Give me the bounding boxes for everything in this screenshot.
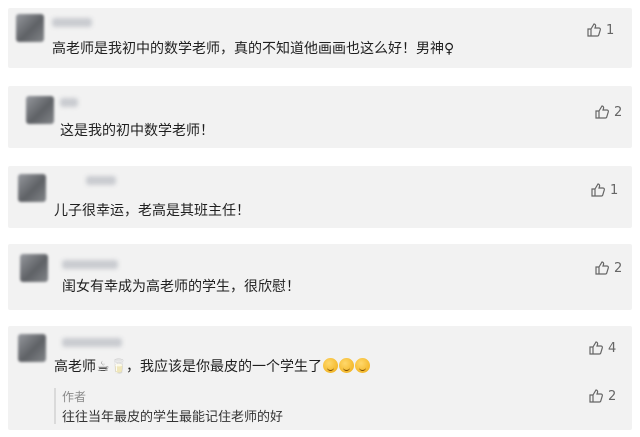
commenter-name[interactable] [62,260,118,269]
reply-like-button[interactable]: 2 [588,388,616,404]
reply-author-label: 作者 [62,390,87,404]
thumbs-up-icon [595,105,609,119]
commenter-name[interactable] [60,98,78,107]
avatar[interactable] [18,334,46,362]
comment-text-prefix: 高老师 [54,359,96,375]
like-count: 1 [610,182,619,198]
reply-divider [54,388,56,424]
like-count: 2 [614,260,623,276]
avatar[interactable] [26,96,54,124]
thumbs-up-icon [595,261,609,275]
thumbs-up-icon [589,341,603,355]
comment-text: 高老师☕🥛，我应该是你最皮的一个学生了 [54,358,370,376]
commenter-name[interactable] [86,176,116,185]
comment-text: 这是我的初中数学老师！ [60,123,214,139]
laughing-emoji-icon [339,358,354,373]
comment-text: 儿子很幸运，老高是其班主任！ [54,203,250,219]
like-count: 4 [608,340,617,356]
reply-text: 往往当年最皮的学生最能记住老师的好 [62,410,284,425]
like-button[interactable]: 1 [586,22,614,38]
comment-card: 高老师是我初中的数学老师，真的不知道他画画也这么好！男神♀ 1 [8,8,632,68]
like-button[interactable]: 4 [588,340,616,356]
like-count: 2 [608,388,617,404]
emoji-icon: 🥛 [110,359,128,375]
avatar[interactable] [20,254,48,282]
comment-card: 闺女有幸成为高老师的学生，很欣慰！ 2 [8,244,632,310]
laughing-emoji-icon [323,358,338,373]
avatar[interactable] [16,14,44,42]
like-button[interactable]: 1 [590,182,618,198]
commenter-name[interactable] [52,18,92,27]
comment-card: 儿子很幸运，老高是其班主任！ 1 [8,166,632,228]
comment-card: 高老师☕🥛，我应该是你最皮的一个学生了 4 作者 往往当年最皮的学生最能记住老师… [8,326,632,430]
commenter-name[interactable] [62,338,122,347]
laughing-emoji-icon [355,358,370,373]
like-button[interactable]: 2 [594,260,622,276]
like-count: 2 [614,104,623,120]
like-count: 1 [606,22,615,38]
avatar[interactable] [18,174,46,202]
comment-text-middle: ，我应该是你最皮的一个学生了 [126,359,322,375]
comment-text: 闺女有幸成为高老师的学生，很欣慰！ [62,279,300,295]
comment-text: 高老师是我初中的数学老师，真的不知道他画画也这么好！男神♀ [52,41,455,57]
comment-card: 这是我的初中数学老师！ 2 [8,86,632,148]
thumbs-up-icon [587,23,601,37]
thumbs-up-icon [589,389,603,403]
emoji-icon: ☕ [96,359,110,375]
like-button[interactable]: 2 [594,104,622,120]
thumbs-up-icon [591,183,605,197]
